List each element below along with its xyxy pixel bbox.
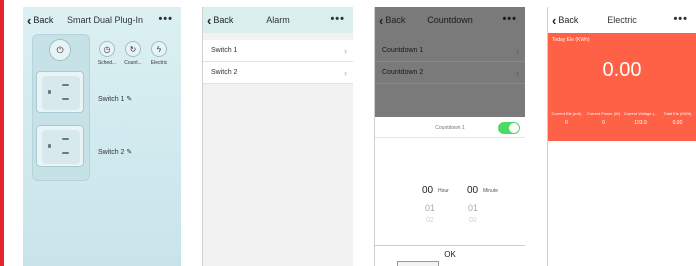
minute-value[interactable]: 00 [467,185,478,196]
outlet-1[interactable] [36,71,84,113]
schedule-label: Sched... [97,60,117,66]
countdown-label: Count... [124,60,142,66]
stat-current-ele: Current Ele (mA) 0 [548,111,585,126]
countdown-icon: ↻ [125,41,141,57]
power-icon: ⏻ [56,44,64,55]
electric-summary-panel: Today Ele (KWh) 0.00 Current Ele (mA) 0 … [548,33,696,141]
countdown-button[interactable]: ↻ Count... [122,41,144,66]
stat-total-ele: Total Ele (KWh) 0.00 [659,111,696,126]
stat-label: Current Voltage (... [623,111,658,116]
chevron-left-icon: ‹ [207,12,212,28]
back-label: Back [213,15,234,25]
outlet-2[interactable] [36,125,84,167]
chevron-right-icon: › [516,46,519,56]
stat-value: 0 [565,120,568,126]
electric-button[interactable]: ϟ Electric [148,41,170,66]
lightning-icon: ϟ [151,41,167,57]
more-icon[interactable]: ••• [330,13,345,25]
stat-label: Current Power (W) [586,111,621,116]
stat-current-power: Current Power (W) 0 [585,111,622,126]
stat-value: 0.00 [672,120,683,126]
stat-current-voltage: Current Voltage (... 103.9 [622,111,659,126]
list-item-label: Countdown 2 [382,69,424,76]
more-icon[interactable]: ••• [673,13,688,25]
minute-next: 01 [468,203,479,213]
hour-next: 01 [425,203,436,213]
countdown-screen: ‹ Back Countdown ••• Countdown 1 › Count… [375,7,525,266]
chevron-right-icon: › [344,68,347,78]
hour-unit: Hour [438,188,449,194]
today-value: 0.00 [602,59,642,81]
back-label: Back [558,15,579,25]
nav-bar: ‹ Back Countdown ••• [375,7,525,33]
chevron-right-icon: › [344,46,347,56]
list-item[interactable]: Countdown 2 › [375,62,525,84]
power-button[interactable]: ⏻ [49,39,71,61]
list-item-label: Countdown 1 [382,47,424,54]
back-button[interactable]: ‹ Back [203,12,234,28]
back-button[interactable]: ‹ Back [23,12,54,28]
stat-label: Current Ele (mA) [551,111,582,116]
switch-1-label[interactable]: Switch 1 ✎ [98,95,132,103]
countdown-toggle[interactable] [498,122,520,134]
left-accent-bar [0,0,4,266]
back-button[interactable]: ‹ Back [548,12,579,28]
list-item[interactable]: Switch 1 › [203,40,353,62]
hour-next-2: 02 [426,217,434,224]
keyboard-hint [397,261,439,266]
stat-value: 103.9 [634,120,647,126]
toggle-knob [509,123,519,133]
switch-2-label[interactable]: Switch 2 ✎ [98,148,132,156]
smart-plug-screen: ‹ Back Smart Dual Plug-In ••• ⏻ ◷ Sched.… [23,7,181,266]
stat-value: 0 [602,120,605,126]
electric-screen: ‹ Back Electric ••• Today Ele (KWh) 0.00… [548,7,696,266]
stat-label: Total Ele (KWh) [663,111,692,116]
list-item[interactable]: Switch 2 › [203,62,353,84]
electric-label: Electric [150,60,168,66]
chevron-right-icon: › [516,68,519,78]
nav-bar: ‹ Back Smart Dual Plug-In ••• [23,7,181,33]
hour-value[interactable]: 00 [422,185,433,196]
nav-bar: ‹ Back Electric ••• [548,7,696,33]
clock-icon: ◷ [99,41,115,57]
schedule-button[interactable]: ◷ Sched... [96,41,118,66]
more-icon[interactable]: ••• [502,13,517,25]
alarm-screen: ‹ Back Alarm ••• Switch 1 › Switch 2 › [203,7,353,266]
today-label: Today Ele (KWh) [552,37,590,43]
back-label: Back [33,15,54,25]
nav-bar: ‹ Back Alarm ••• [203,7,353,33]
more-icon[interactable]: ••• [158,13,173,25]
minute-next-2: 02 [469,217,477,224]
list-item[interactable]: Countdown 1 › [375,40,525,62]
chevron-left-icon: ‹ [552,12,557,28]
back-button[interactable]: ‹ Back [375,12,406,28]
back-label: Back [385,15,406,25]
list-item-label: Switch 2 [211,69,238,76]
chevron-left-icon: ‹ [27,12,32,28]
chevron-left-icon: ‹ [379,12,384,28]
minute-unit: Minute [483,188,499,194]
list-item-label: Switch 1 [211,47,238,54]
